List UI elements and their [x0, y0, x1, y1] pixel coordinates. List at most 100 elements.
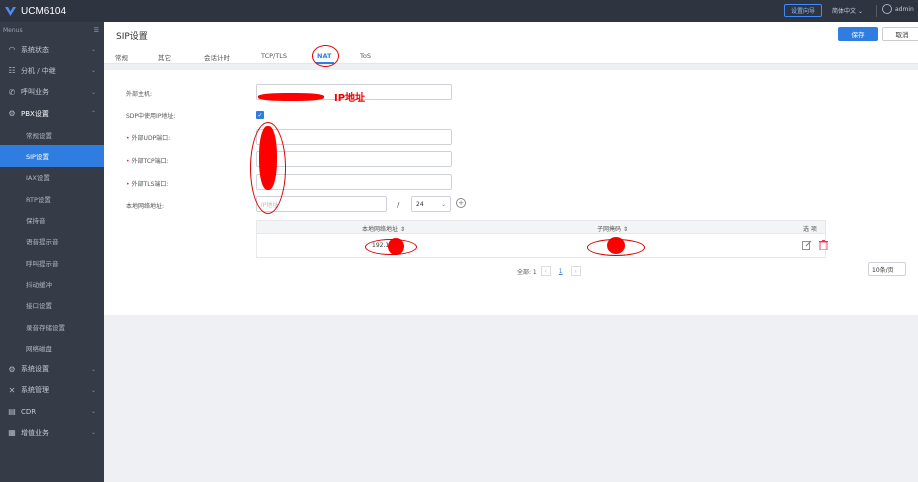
save-button[interactable]: 保存	[838, 27, 878, 41]
gear-icon: ⚙	[8, 109, 16, 119]
phone-icon: ✆	[8, 87, 16, 97]
ext-udp-port-label: • 外部UDP端口:	[126, 133, 170, 142]
external-host-label: 外部主机:	[126, 91, 153, 98]
sidebar-item-label: 系统设置	[21, 365, 49, 374]
extension-icon: ☷	[8, 66, 16, 76]
sidebar-item-status[interactable]: ◠ 系统状态 ⌄	[0, 39, 104, 60]
col-header-options: 选 项	[803, 226, 817, 233]
sidebar-item-label: CDR	[21, 407, 37, 416]
logo-icon	[5, 6, 16, 16]
nat-form: 外部主机: SDP中使用IP地址: ✓ • 外部UDP端口: • 外部TCP端口: …	[104, 70, 918, 315]
avatar-icon	[882, 4, 892, 14]
language-select[interactable]: 简体中文 ⌄	[832, 6, 863, 15]
ext-tcp-port-label: • 外部TCP端口:	[126, 156, 169, 165]
sidebar-item-value-added[interactable]: ▦ 增值业务 ⌄	[0, 422, 104, 443]
chevron-down-icon: ⌄	[90, 67, 96, 75]
mask-select[interactable]: 24 ⌄	[411, 196, 451, 212]
annotation-ring	[250, 122, 286, 214]
sidebar-sub-jitter-buffer[interactable]: 抖动缓冲	[0, 273, 104, 294]
chevron-down-icon: ⌄	[857, 8, 863, 15]
redaction-scribble	[258, 93, 324, 101]
sidebar-item-extension[interactable]: ☷ 分机 / 中继 ⌄	[0, 60, 104, 81]
sidebar-item-label: 系统状态	[21, 45, 49, 54]
sidebar-item-cdr[interactable]: ▤ CDR ⌄	[0, 401, 104, 422]
ext-tcp-port-label-text: 外部TCP端口:	[131, 158, 169, 165]
sort-icon: ⇕	[622, 226, 628, 233]
app-name: UCM6104	[21, 5, 67, 17]
sidebar-title: Menus	[3, 27, 23, 34]
chevron-down-icon: ⌄	[90, 365, 96, 373]
sidebar-header: Menus ☰	[0, 22, 104, 39]
ext-tls-port-label-text: 外部TLS端口:	[131, 181, 169, 188]
sidebar-item-call[interactable]: ✆ 呼叫业务 ⌄	[0, 82, 104, 103]
required-marker: •	[126, 181, 130, 188]
chevron-up-icon: ⌃	[90, 110, 96, 118]
local-network-table: 本地网络地址 ⇕ 子网掩码 ⇕ 选 项 192.16	[256, 220, 828, 258]
col-header-subnet-mask[interactable]: 子网掩码 ⇕	[597, 224, 628, 233]
tab-tcp-tls[interactable]: TCP/TLS	[261, 52, 287, 60]
sidebar-sub-interface[interactable]: 接口设置	[0, 295, 104, 316]
sdp-use-ip-label: SDP中使用IP地址:	[126, 113, 176, 120]
sidebar-sub-hold-music[interactable]: 保持音	[0, 209, 104, 230]
sidebar-item-label: 呼叫业务	[21, 88, 49, 97]
sidebar-sub-rtp[interactable]: RTP设置	[0, 188, 104, 209]
annotation-label: IP地址	[334, 93, 366, 104]
chevron-down-icon: ⌄	[90, 429, 96, 437]
chevron-down-icon: ⌄	[90, 88, 96, 96]
chevron-down-icon: ⌄	[90, 386, 96, 394]
tab-other[interactable]: 其它	[158, 52, 171, 62]
sdp-use-ip-checkbox[interactable]: ✓	[256, 111, 264, 119]
mask-value: 24	[416, 200, 424, 208]
sidebar-item-system-settings[interactable]: ⚙ 系统设置 ⌄	[0, 358, 104, 379]
cancel-button[interactable]: 取消	[882, 27, 918, 41]
page-header: SIP设置 保存 取消 常规 其它 会话计时 TCP/TLS NAT ToS	[104, 22, 918, 67]
per-page-value: 10条/页	[872, 266, 894, 274]
sidebar-sub-call-prompt[interactable]: 呼叫提示音	[0, 252, 104, 273]
sidebar-item-system-admin[interactable]: ✕ 系统管理 ⌄	[0, 380, 104, 401]
required-marker: •	[126, 158, 130, 165]
page-title: SIP设置	[116, 32, 148, 42]
delete-icon[interactable]	[819, 240, 828, 250]
ext-udp-port-input[interactable]	[256, 129, 452, 145]
page-number[interactable]: 1	[559, 268, 563, 275]
divider	[876, 5, 877, 17]
tab-general[interactable]: 常规	[115, 52, 128, 62]
settings-icon: ⚙	[8, 364, 16, 374]
col-header-local-net[interactable]: 本地网络地址 ⇕	[362, 224, 405, 233]
dashboard-icon: ◠	[8, 45, 16, 55]
sidebar-sub-recording-storage[interactable]: 录音存储设置	[0, 316, 104, 337]
sidebar-item-pbx[interactable]: ⚙ PBX设置 ⌃	[0, 103, 104, 124]
sidebar-item-label: 系统管理	[21, 386, 49, 395]
collapse-menu-icon[interactable]: ☰	[94, 27, 99, 34]
setup-wizard-button[interactable]: 设置向导	[784, 4, 822, 17]
annotation-circle	[312, 45, 339, 67]
per-page-select[interactable]: 10条/页	[868, 262, 906, 276]
edit-icon[interactable]	[802, 240, 812, 250]
required-marker: •	[126, 135, 130, 142]
sidebar-sub-general[interactable]: 常规设置	[0, 124, 104, 145]
sidebar-sub-network-disk[interactable]: 网络磁盘	[0, 337, 104, 358]
tab-session-timer[interactable]: 会话计时	[204, 52, 230, 62]
pagination: 全部: 1 ‹ 1 ›	[517, 266, 585, 276]
sidebar-sub-voice-prompt[interactable]: 语音提示音	[0, 231, 104, 252]
add-icon[interactable]: +	[456, 198, 466, 208]
top-bar: UCM6104 设置向导 简体中文 ⌄ admin	[0, 0, 918, 22]
app-logo[interactable]: UCM6104	[5, 6, 66, 17]
annotation-ring	[365, 239, 417, 255]
next-page-button[interactable]: ›	[570, 266, 581, 276]
annotation-ring	[587, 239, 645, 256]
sidebar-sub-sip[interactable]: SIP设置	[0, 145, 104, 167]
tab-tos[interactable]: ToS	[360, 52, 371, 60]
col-header-text: 本地网络地址	[362, 226, 399, 233]
chevron-down-icon: ⌄	[440, 200, 446, 208]
slash-separator: /	[397, 201, 400, 209]
tab-bar: 常规 其它 会话计时 TCP/TLS NAT ToS	[104, 45, 918, 67]
prev-page-button[interactable]: ‹	[540, 266, 551, 276]
sidebar-item-label: PBX设置	[21, 109, 49, 118]
ext-tls-port-label: • 外部TLS端口:	[126, 179, 168, 188]
table-header: 本地网络地址 ⇕ 子网掩码 ⇕ 选 项	[256, 220, 826, 234]
sidebar-item-label: 增值业务	[21, 428, 49, 437]
chevron-down-icon: ⌄	[90, 408, 96, 416]
user-menu[interactable]: admin	[882, 4, 914, 14]
sidebar-sub-iax[interactable]: IAX设置	[0, 167, 104, 188]
